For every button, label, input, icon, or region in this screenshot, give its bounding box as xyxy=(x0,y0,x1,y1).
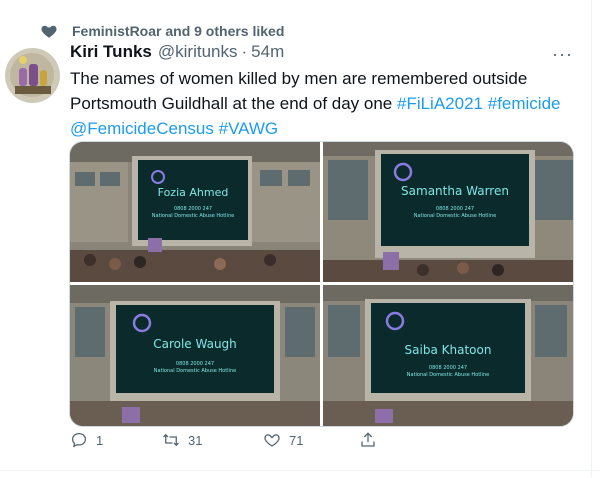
hashtag-femicide[interactable]: #femicide xyxy=(488,94,561,113)
reply-button[interactable]: 1 xyxy=(70,431,103,449)
social-context-text: FeministRoar and 9 others liked xyxy=(72,23,285,39)
hotline-number-4: 0808 2000 247 xyxy=(428,365,468,371)
tweet-text: The names of women killed by men are rem… xyxy=(70,66,565,141)
hotline-label-4: National Domestic Abuse Hotline xyxy=(406,372,490,378)
retweet-count: 31 xyxy=(188,432,203,448)
screen-name-2: Samantha Warren xyxy=(401,184,509,198)
media-image-3[interactable]: Carole Waugh 0808 2000 247 National Dome… xyxy=(70,285,320,426)
screen-name-4: Saiba Khatoon xyxy=(404,343,492,357)
media-image-2[interactable]: Samantha Warren 0808 2000 247 National D… xyxy=(323,142,573,282)
share-icon xyxy=(361,432,375,447)
screen-name-1: Fozia Ahmed xyxy=(157,186,229,199)
hotline-label-1: National Domestic Abuse Hotline xyxy=(151,213,235,219)
heart-outline-icon xyxy=(264,434,280,447)
reply-icon xyxy=(71,432,87,448)
timestamp[interactable]: 54m xyxy=(251,42,284,62)
more-options-icon[interactable]: ··· xyxy=(552,44,573,65)
social-context[interactable]: FeministRoar and 9 others liked xyxy=(40,22,284,40)
tweet-header: Kiri Tunks @kiritunks · 54m xyxy=(70,42,284,62)
tweet-actions: 1 31 71 xyxy=(70,431,470,453)
author-name[interactable]: Kiri Tunks xyxy=(70,42,152,62)
screen-hotline-3: 0808 2000 247 National Domestic Abuse Ho… xyxy=(116,361,274,375)
hotline-number-3: 0808 2000 247 xyxy=(175,361,215,367)
share-button[interactable] xyxy=(359,431,385,449)
hotline-label-2: National Domestic Abuse Hotline xyxy=(413,213,497,219)
mention-femicidecensus[interactable]: @FemicideCensus xyxy=(70,119,214,138)
hotline-number-2: 0808 2000 247 xyxy=(435,206,475,212)
right-divider xyxy=(591,0,600,477)
screen-hotline-4: 0808 2000 247 National Domestic Abuse Ho… xyxy=(371,365,525,379)
like-count: 71 xyxy=(289,432,304,448)
retweet-icon xyxy=(163,433,179,447)
author-handle[interactable]: @kiritunks xyxy=(158,42,238,62)
screen-hotline-2: 0808 2000 247 National Domestic Abuse Ho… xyxy=(381,206,529,220)
hashtag-vawg[interactable]: #VAWG xyxy=(219,119,279,138)
media-image-1[interactable]: Fozia Ahmed 0808 2000 247 National Domes… xyxy=(70,142,320,282)
retweet-button[interactable]: 31 xyxy=(162,431,202,449)
media-image-4[interactable]: Saiba Khatoon 0808 2000 247 National Dom… xyxy=(323,285,573,426)
screen-name-3: Carole Waugh xyxy=(153,337,237,351)
heart-icon xyxy=(41,25,57,38)
hotline-label-3: National Domestic Abuse Hotline xyxy=(153,368,237,374)
like-button[interactable]: 71 xyxy=(263,431,303,449)
media-grid: Fozia Ahmed 0808 2000 247 National Domes… xyxy=(69,141,574,427)
hashtag-filia2021[interactable]: #FiLiA2021 xyxy=(397,94,483,113)
hotline-number-1: 0808 2000 247 xyxy=(173,206,213,212)
screen-hotline-1: 0808 2000 247 National Domestic Abuse Ho… xyxy=(138,206,248,220)
avatar[interactable] xyxy=(5,48,60,103)
separator-dot: · xyxy=(241,42,248,61)
reply-count: 1 xyxy=(96,432,104,448)
